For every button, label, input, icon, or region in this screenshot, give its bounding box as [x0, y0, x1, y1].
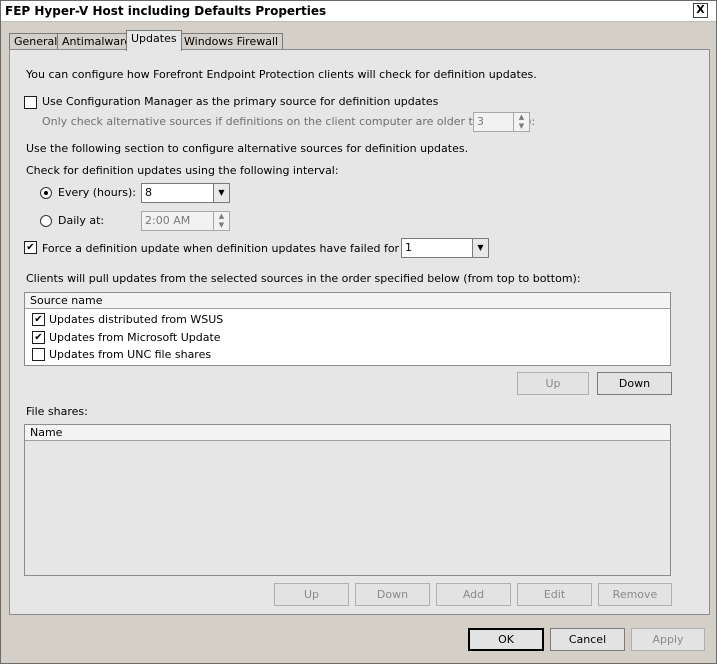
radio-selected-dot: [44, 191, 48, 195]
file-shares-list[interactable]: Name: [24, 424, 671, 576]
use-config-manager-checkbox[interactable]: [24, 96, 37, 109]
tab-antimalware[interactable]: Antimalware: [57, 33, 137, 50]
tab-updates[interactable]: Updates: [126, 30, 182, 51]
file-shares-label: File shares:: [26, 405, 88, 418]
file-shares-list-header[interactable]: Name: [25, 425, 670, 441]
daily-at-label: Daily at:: [58, 214, 105, 227]
order-label: Clients will pull updates from the selec…: [26, 272, 581, 285]
ok-button[interactable]: OK: [468, 628, 544, 651]
stepper-down-icon[interactable]: ▼: [514, 122, 529, 131]
source-wsus-label[interactable]: Updates distributed from WSUS: [49, 313, 223, 326]
file-shares-edit-button[interactable]: Edit: [517, 583, 592, 606]
updates-panel: You can configure how Forefront Endpoint…: [9, 49, 710, 615]
title-bar: FEP Hyper-V Host including Defaults Prop…: [1, 1, 716, 22]
window-title: FEP Hyper-V Host including Defaults Prop…: [5, 4, 327, 18]
apply-button[interactable]: Apply: [631, 628, 705, 651]
daily-at-radio[interactable]: [40, 215, 52, 227]
stepper-up-icon[interactable]: ▲: [514, 113, 529, 122]
use-config-manager-label: Use Configuration Manager as the primary…: [42, 95, 439, 108]
sources-list-header[interactable]: Source name: [25, 293, 670, 309]
daily-at-time-field[interactable]: 2:00 AM ▲ ▼: [141, 211, 230, 231]
section-label: Use the following section to configure a…: [26, 142, 469, 155]
stepper-down-icon[interactable]: ▼: [214, 221, 229, 230]
chevron-down-icon[interactable]: ▼: [472, 239, 488, 257]
force-update-days-value: 1: [405, 241, 412, 254]
sources-list[interactable]: Source name ✔ Updates distributed from W…: [24, 292, 671, 366]
file-shares-up-button[interactable]: Up: [274, 583, 349, 606]
alt-sources-days-stepper[interactable]: 3 ▲ ▼: [473, 112, 530, 132]
alt-sources-days-value: 3: [477, 115, 484, 128]
every-hours-select[interactable]: 8 ▼: [141, 183, 230, 203]
alt-sources-label: Only check alternative sources if defini…: [42, 115, 536, 128]
daily-at-value: 2:00 AM: [145, 214, 191, 227]
tab-general[interactable]: General: [9, 33, 63, 50]
every-hours-value: 8: [145, 186, 152, 199]
source-microsoft-update-checkbox[interactable]: ✔: [32, 331, 45, 344]
stepper-up-icon[interactable]: ▲: [214, 212, 229, 221]
force-update-label: Force a definition update when definitio…: [42, 242, 441, 255]
every-hours-radio[interactable]: [40, 187, 52, 199]
intro-text: You can configure how Forefront Endpoint…: [26, 68, 537, 81]
every-hours-label: Every (hours):: [58, 186, 136, 199]
force-update-checkbox[interactable]: ✔: [24, 241, 37, 254]
time-stepper-arrows[interactable]: ▲ ▼: [213, 212, 229, 230]
cancel-button[interactable]: Cancel: [550, 628, 625, 651]
chevron-down-icon[interactable]: ▼: [213, 184, 229, 202]
source-unc-label[interactable]: Updates from UNC file shares: [49, 348, 211, 361]
properties-dialog: FEP Hyper-V Host including Defaults Prop…: [0, 0, 717, 664]
sources-up-button[interactable]: Up: [517, 372, 589, 395]
file-shares-down-button[interactable]: Down: [355, 583, 430, 606]
source-microsoft-update-label[interactable]: Updates from Microsoft Update: [49, 331, 221, 344]
tab-windows-firewall[interactable]: Windows Firewall: [179, 33, 284, 50]
force-update-days-select[interactable]: 1 ▼: [401, 238, 489, 258]
file-shares-add-button[interactable]: Add: [436, 583, 511, 606]
close-button[interactable]: X: [693, 3, 708, 18]
source-wsus-checkbox[interactable]: ✔: [32, 313, 45, 326]
source-unc-checkbox[interactable]: [32, 348, 45, 361]
stepper-arrows[interactable]: ▲ ▼: [513, 113, 529, 131]
sources-down-button[interactable]: Down: [597, 372, 672, 395]
interval-label: Check for definition updates using the f…: [26, 164, 339, 177]
file-shares-remove-button[interactable]: Remove: [598, 583, 672, 606]
